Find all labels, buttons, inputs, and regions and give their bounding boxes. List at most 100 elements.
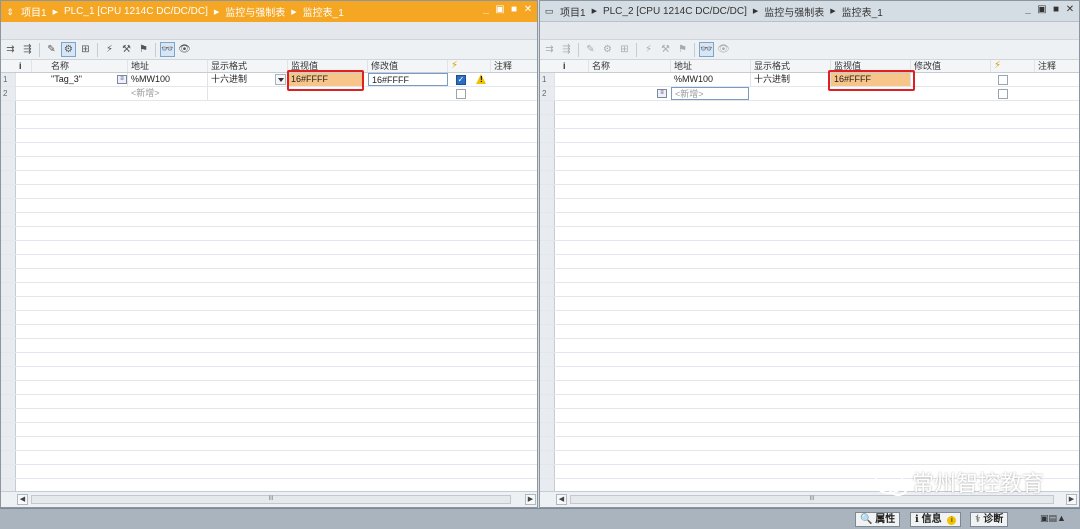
monitor-once-icon[interactable]: 👁 (716, 42, 731, 57)
scroll-left-icon[interactable]: ◀ (17, 494, 28, 505)
table-row[interactable]: 2 <新增> (1, 87, 537, 101)
table-row[interactable]: 1 "Tag_3" ≡ %MW100 十六进制 16#FFFF 16#FFFF … (1, 73, 537, 87)
empty-row (1, 437, 537, 451)
empty-row (540, 143, 1079, 157)
empty-row (540, 451, 1079, 465)
format-dropdown-icon[interactable] (275, 74, 286, 85)
empty-row (1, 227, 537, 241)
pin-icon[interactable]: ⇕ (5, 7, 15, 17)
monitor-once-icon[interactable]: 👁 (177, 42, 192, 57)
modify-now-icon[interactable]: ✎ (583, 42, 598, 57)
col-header-comment[interactable]: 注释 (1035, 60, 1079, 72)
col-header-format[interactable]: 显示格式 (751, 60, 831, 72)
add-row-icon[interactable]: ⇶ (20, 42, 35, 57)
tag-name-cell[interactable]: "Tag_3" (48, 73, 128, 86)
insert-row-icon[interactable]: ⇉ (3, 42, 18, 57)
breadcrumb-watch-tables[interactable]: 监控与强制表 (225, 4, 285, 19)
stop-force-icon[interactable]: ⚒ (119, 42, 134, 57)
col-header-address[interactable]: 地址 (128, 60, 208, 72)
modify-trigger-icon[interactable]: ⚙ (61, 42, 76, 57)
modify-enable-checkbox[interactable] (456, 89, 466, 99)
force-all-icon[interactable]: ⚑ (136, 42, 151, 57)
modify-trigger-icon[interactable]: ⚙ (600, 42, 615, 57)
add-new-row[interactable]: <新增> (671, 87, 749, 100)
breadcrumb-watch-tables[interactable]: 监控与强制表 (764, 4, 824, 19)
breadcrumb-watch-table[interactable]: 监控表_1 (842, 4, 883, 19)
title-bar-plc2[interactable]: ▭ 项目1 ▶ PLC_2 [CPU 1214C DC/DC/DC] ▶ 监控与… (540, 1, 1079, 22)
format-cell[interactable]: 十六进制 (751, 73, 831, 86)
empty-row (1, 143, 537, 157)
highlight-box (828, 70, 915, 91)
force-all-icon[interactable]: ⚑ (675, 42, 690, 57)
empty-row (1, 283, 537, 297)
empty-row (1, 157, 537, 171)
table-row[interactable]: 1 %MW100 十六进制 16#FFFF (540, 73, 1079, 87)
modify-enable-checkbox[interactable] (998, 89, 1008, 99)
enable-peripheral-icon[interactable]: ⊞ (78, 42, 93, 57)
scroll-right-icon[interactable]: ▶ (525, 494, 536, 505)
tab-diagnostics[interactable]: ⚕ 诊断 (970, 512, 1009, 527)
stop-force-icon[interactable]: ⚒ (658, 42, 673, 57)
maximize-icon[interactable]: ■ (509, 4, 519, 15)
panel-layout-icon[interactable]: ▣▤▲ (1040, 513, 1066, 524)
close-icon[interactable]: ✕ (523, 4, 533, 15)
breadcrumb-plc[interactable]: PLC_2 [CPU 1214C DC/DC/DC] (603, 6, 747, 17)
col-header-modify[interactable]: 修改值 (368, 60, 448, 72)
breadcrumb-project[interactable]: 项目1 (560, 4, 586, 19)
breadcrumb-watch-table[interactable]: 监控表_1 (303, 4, 344, 19)
scroll-thumb[interactable]: III (31, 495, 511, 504)
minimize-icon[interactable]: _ (481, 4, 491, 15)
breadcrumb-separator-icon: ▶ (830, 8, 836, 15)
monitor-all-icon[interactable]: 👓 (699, 42, 714, 57)
force-icon[interactable]: ⚡ (102, 42, 117, 57)
warning-icon (476, 74, 486, 84)
minimize-icon[interactable]: _ (1023, 4, 1033, 15)
col-header-modify[interactable]: 修改值 (911, 60, 991, 72)
empty-row (1, 269, 537, 283)
tag-address-icon[interactable]: ≡ (117, 75, 127, 84)
close-icon[interactable]: ✕ (1065, 4, 1075, 15)
scroll-left-icon[interactable]: ◀ (556, 494, 567, 505)
restore-icon[interactable]: ▣ (1037, 4, 1047, 15)
col-header-comment[interactable]: 注释 (491, 60, 537, 72)
modify-value-input[interactable]: 16#FFFF (368, 73, 448, 86)
insert-row-icon[interactable]: ⇉ (542, 42, 557, 57)
col-header-name[interactable]: 名称 (589, 60, 671, 72)
empty-row (540, 115, 1079, 129)
modify-now-icon[interactable]: ✎ (44, 42, 59, 57)
modify-enable-checkbox[interactable] (998, 75, 1008, 85)
add-new-row[interactable]: <新增> (128, 87, 208, 100)
title-bar-plc1[interactable]: ⇕ 项目1 ▶ PLC_1 [CPU 1214C DC/DC/DC] ▶ 监控与… (1, 1, 537, 22)
breadcrumb-plc[interactable]: PLC_1 [CPU 1214C DC/DC/DC] (64, 6, 208, 17)
empty-row (540, 213, 1079, 227)
force-icon[interactable]: ⚡ (641, 42, 656, 57)
maximize-icon[interactable]: ■ (1051, 4, 1061, 15)
modify-enable-checkbox[interactable]: ✓ (456, 75, 466, 85)
pin-icon[interactable]: ▭ (544, 6, 554, 16)
col-header-info[interactable]: i (16, 60, 32, 72)
address-cell[interactable]: %MW100 (671, 73, 751, 86)
row-number: 2 (1, 87, 16, 100)
tab-properties[interactable]: 🔍 属性 (855, 512, 901, 527)
scroll-right-icon[interactable]: ▶ (1066, 494, 1077, 505)
col-header-modify-flag-icon[interactable]: ⚡ (991, 60, 1035, 72)
col-header-address[interactable]: 地址 (671, 60, 751, 72)
empty-row (540, 395, 1079, 409)
tab-info[interactable]: ℹ 信息 i (910, 512, 962, 527)
col-header-name[interactable]: 名称 (48, 60, 128, 72)
row-number: 2 (540, 87, 555, 100)
enable-peripheral-icon[interactable]: ⊞ (617, 42, 632, 57)
col-header-modify-flag-icon[interactable]: ⚡ (448, 60, 491, 72)
row-number: 1 (540, 73, 555, 86)
add-row-icon[interactable]: ⇶ (559, 42, 574, 57)
tag-address-icon[interactable]: ≡ (657, 89, 667, 98)
col-header-format[interactable]: 显示格式 (208, 60, 288, 72)
restore-icon[interactable]: ▣ (495, 4, 505, 15)
monitor-all-icon[interactable]: 👓 (160, 42, 175, 57)
horizontal-scrollbar[interactable]: ◀ III ▶ (1, 491, 537, 507)
col-header-info[interactable]: i (555, 60, 589, 72)
address-cell[interactable]: %MW100 (128, 73, 208, 86)
empty-row (540, 437, 1079, 451)
breadcrumb-project[interactable]: 项目1 (21, 4, 47, 19)
table-row[interactable]: 2 ≡ <新增> (540, 87, 1079, 101)
